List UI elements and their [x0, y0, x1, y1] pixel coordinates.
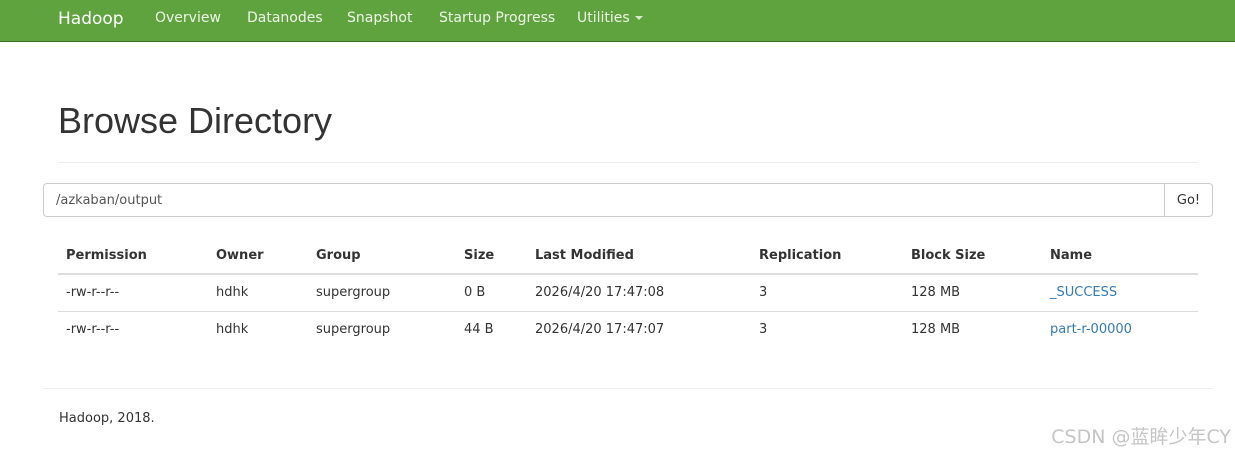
title-divider: [58, 162, 1198, 163]
cell-group: supergroup: [316, 322, 391, 338]
cell-owner: hdhk: [216, 322, 249, 338]
brand-link[interactable]: Hadoop: [58, 0, 124, 42]
table-row: -rw-r--r-- hdhk supergroup 0 B 2026/4/20…: [58, 274, 1198, 312]
cell-size: 0 B: [456, 274, 527, 312]
cell-owner: hdhk: [208, 274, 308, 312]
nav-snapshot[interactable]: Snapshot: [347, 0, 412, 42]
footer-text: Hadoop, 2018.: [59, 411, 155, 426]
directory-listing-table: Permission Owner Group Size Last Modifie…: [58, 237, 1198, 348]
cell-permission: -rw-r--r--: [58, 274, 208, 312]
nav-datanodes[interactable]: Datanodes: [247, 0, 323, 42]
cell-group: supergroup: [308, 274, 456, 312]
file-link-part-r-00000[interactable]: part-r-00000: [1050, 322, 1132, 337]
column-header-group[interactable]: Group: [308, 237, 456, 275]
column-header-block-size[interactable]: Block Size: [903, 237, 1042, 275]
cell-permission: -rw-r--r--: [66, 322, 120, 338]
nav-utilities-label: Utilities: [577, 10, 630, 26]
column-header-permission[interactable]: Permission: [58, 237, 208, 275]
nav-startup-progress[interactable]: Startup Progress: [439, 0, 555, 42]
csdn-watermark: CSDN @蓝眸少年CY: [1051, 426, 1231, 448]
cell-name: _SUCCESS: [1042, 274, 1198, 312]
cell-last-modified: 2026/4/20 17:47:08: [527, 274, 751, 312]
go-button[interactable]: Go!: [1164, 183, 1213, 217]
file-link-success[interactable]: _SUCCESS: [1050, 285, 1117, 300]
table-row: -rw-r--r-- hdhk supergroup 44 B 2026/4/2…: [58, 311, 1198, 348]
top-navbar: Hadoop Overview Datanodes Snapshot Start…: [0, 0, 1235, 42]
column-header-size[interactable]: Size: [456, 237, 527, 275]
cell-replication: 3: [751, 274, 903, 312]
column-header-last-modified[interactable]: Last Modified: [527, 237, 751, 275]
column-header-replication[interactable]: Replication: [751, 237, 903, 275]
nav-utilities-dropdown[interactable]: Utilities: [577, 0, 643, 42]
cell-block-size: 128 MB: [911, 322, 961, 338]
column-header-owner[interactable]: Owner: [208, 237, 308, 275]
cell-last-modified: 2026/4/20 17:47:07: [535, 322, 665, 338]
cell-name: part-r-00000: [1042, 311, 1198, 348]
nav-overview[interactable]: Overview: [155, 0, 221, 42]
cell-size: 44 B: [464, 322, 494, 338]
cell-replication: 3: [759, 322, 768, 338]
cell-block-size: 128 MB: [903, 274, 1042, 312]
page-title: Browse Directory: [58, 100, 333, 141]
chevron-down-icon: [634, 16, 643, 20]
footer-divider: [43, 388, 1213, 389]
table-header-row: Permission Owner Group Size Last Modifie…: [58, 237, 1198, 275]
column-header-name[interactable]: Name: [1042, 237, 1198, 275]
directory-path-input[interactable]: [43, 183, 1165, 217]
